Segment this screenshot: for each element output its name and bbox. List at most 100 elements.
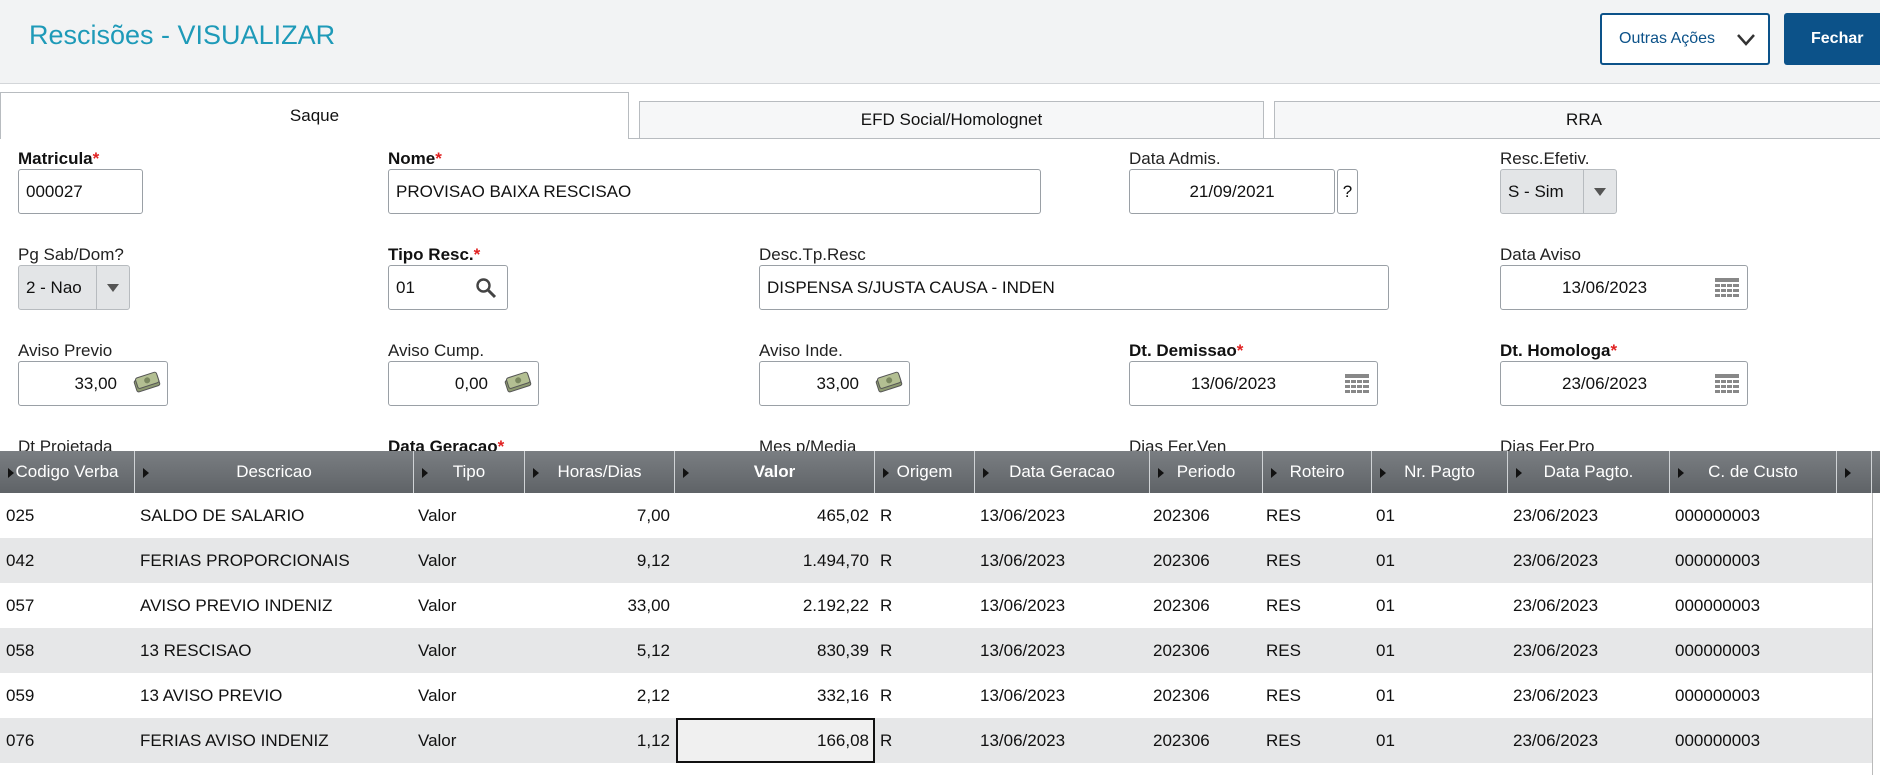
cell-roteiro[interactable]: RES	[1266, 673, 1366, 718]
matricula-field[interactable]: 000027	[18, 169, 143, 214]
calendar-icon[interactable]	[1345, 374, 1369, 394]
col-c-de-custo[interactable]: C. de Custo	[1670, 451, 1837, 493]
cell-horas-dias[interactable]: 9,12	[525, 538, 670, 583]
cell-origem[interactable]: R	[880, 583, 970, 628]
resc-efetiv-select[interactable]: S - Sim	[1500, 169, 1617, 214]
help-button[interactable]: ?	[1337, 169, 1358, 214]
cell-horas-dias[interactable]: 7,00	[525, 493, 670, 538]
nome-field[interactable]: PROVISAO BAIXA RESCISAO	[388, 169, 1041, 214]
table-row[interactable]: 042 FERIAS PROPORCIONAIS Valor 9,12 1.494,70…	[0, 538, 1872, 583]
cell-descricao[interactable]: 13 AVISO PREVIO	[140, 673, 410, 718]
cell-c-de-custo[interactable]: 000000003	[1675, 673, 1835, 718]
cell-data-pagto[interactable]: 23/06/2023	[1513, 583, 1663, 628]
cell-descricao[interactable]: SALDO DE SALARIO	[140, 493, 410, 538]
pg-sab-dom-select[interactable]: 2 - Nao	[18, 265, 130, 310]
calendar-icon[interactable]	[1715, 374, 1739, 394]
cell-data-pagto[interactable]: 23/06/2023	[1513, 673, 1663, 718]
cell-nr-pagto[interactable]: 01	[1376, 538, 1501, 583]
cell-valor[interactable]: 465,02	[680, 493, 869, 538]
col-nr-pagto[interactable]: Nr. Pagto	[1372, 451, 1508, 493]
cell-periodo[interactable]: 202306	[1153, 493, 1258, 538]
cell-tipo[interactable]: Valor	[418, 673, 518, 718]
col-valor[interactable]: Valor	[675, 451, 875, 493]
cell-horas-dias[interactable]: 1,12	[525, 718, 670, 763]
col-tipo[interactable]: Tipo	[414, 451, 525, 493]
cell-descricao[interactable]: FERIAS PROPORCIONAIS	[140, 538, 410, 583]
cell-nr-pagto[interactable]: 01	[1376, 718, 1501, 763]
calendar-icon[interactable]	[1715, 278, 1739, 298]
tab-efd-social[interactable]: EFD Social/Homolognet	[639, 101, 1264, 139]
cell-descricao[interactable]: AVISO PREVIO INDENIZ	[140, 583, 410, 628]
table-row[interactable]: 058 13 RESCISAO Valor 5,12 830,39 R 13/06/2023…	[0, 628, 1872, 673]
cell-periodo[interactable]: 202306	[1153, 583, 1258, 628]
other-actions-button[interactable]: Outras Ações	[1600, 13, 1770, 65]
cell-periodo[interactable]: 202306	[1153, 718, 1258, 763]
data-admis-field[interactable]: 21/09/2021	[1129, 169, 1335, 214]
money-icon[interactable]	[874, 371, 904, 395]
cell-valor[interactable]: 166,08	[680, 718, 869, 763]
cell-codigo-verba[interactable]: 025	[6, 493, 131, 538]
col-data-pagto[interactable]: Data Pagto.	[1508, 451, 1670, 493]
cell-data-pagto[interactable]: 23/06/2023	[1513, 628, 1663, 673]
cell-valor[interactable]: 1.494,70	[680, 538, 869, 583]
cell-data-geracao[interactable]: 13/06/2023	[980, 628, 1145, 673]
cell-data-geracao[interactable]: 13/06/2023	[980, 583, 1145, 628]
dt-homologa-field[interactable]: 23/06/2023	[1500, 361, 1748, 406]
cell-descricao[interactable]: FERIAS AVISO INDENIZ	[140, 718, 410, 763]
cell-valor[interactable]: 332,16	[680, 673, 869, 718]
col-horas-dias[interactable]: Horas/Dias	[525, 451, 675, 493]
cell-c-de-custo[interactable]: 000000003	[1675, 538, 1835, 583]
cell-codigo-verba[interactable]: 057	[6, 583, 131, 628]
table-row[interactable]: 057 AVISO PREVIO INDENIZ Valor 33,00 2.192,2…	[0, 583, 1872, 628]
col-descricao[interactable]: Descricao	[135, 451, 414, 493]
cell-origem[interactable]: R	[880, 493, 970, 538]
cell-c-de-custo[interactable]: 000000003	[1675, 583, 1835, 628]
cell-tipo[interactable]: Valor	[418, 493, 518, 538]
cell-codigo-verba[interactable]: 058	[6, 628, 131, 673]
close-button[interactable]: Fechar	[1784, 13, 1880, 65]
cell-horas-dias[interactable]: 33,00	[525, 583, 670, 628]
cell-roteiro[interactable]: RES	[1266, 718, 1366, 763]
table-row[interactable]: 059 13 AVISO PREVIO Valor 2,12 332,16 R 13/06/…	[0, 673, 1872, 718]
col-periodo[interactable]: Periodo	[1150, 451, 1263, 493]
cell-valor[interactable]: 830,39	[680, 628, 869, 673]
tab-saque[interactable]: Saque	[0, 92, 629, 139]
cell-periodo[interactable]: 202306	[1153, 673, 1258, 718]
cell-data-geracao[interactable]: 13/06/2023	[980, 718, 1145, 763]
col-extra[interactable]	[1837, 451, 1872, 493]
cell-nr-pagto[interactable]: 01	[1376, 583, 1501, 628]
cell-codigo-verba[interactable]: 059	[6, 673, 131, 718]
table-row[interactable]: 076 FERIAS AVISO INDENIZ Valor 1,12 166,08 R 1…	[0, 718, 1872, 763]
cell-descricao[interactable]: 13 RESCISAO	[140, 628, 410, 673]
cell-nr-pagto[interactable]: 01	[1376, 673, 1501, 718]
cell-origem[interactable]: R	[880, 673, 970, 718]
cell-data-pagto[interactable]: 23/06/2023	[1513, 538, 1663, 583]
tab-rra[interactable]: RRA	[1274, 101, 1880, 139]
cell-roteiro[interactable]: RES	[1266, 493, 1366, 538]
data-aviso-field[interactable]: 13/06/2023	[1500, 265, 1748, 310]
table-row[interactable]: 025 SALDO DE SALARIO Valor 7,00 465,02 R 13/06…	[0, 493, 1872, 538]
cell-c-de-custo[interactable]: 000000003	[1675, 628, 1835, 673]
dt-demissao-field[interactable]: 13/06/2023	[1129, 361, 1378, 406]
cell-c-de-custo[interactable]: 000000003	[1675, 493, 1835, 538]
cell-periodo[interactable]: 202306	[1153, 538, 1258, 583]
cell-data-pagto[interactable]: 23/06/2023	[1513, 493, 1663, 538]
cell-tipo[interactable]: Valor	[418, 538, 518, 583]
cell-c-de-custo[interactable]: 000000003	[1675, 718, 1835, 763]
cell-codigo-verba[interactable]: 076	[6, 718, 131, 763]
cell-roteiro[interactable]: RES	[1266, 583, 1366, 628]
cell-nr-pagto[interactable]: 01	[1376, 628, 1501, 673]
cell-tipo[interactable]: Valor	[418, 628, 518, 673]
col-codigo-verba[interactable]: Codigo Verba	[0, 451, 135, 493]
col-data-geracao[interactable]: Data Geracao	[975, 451, 1150, 493]
money-icon[interactable]	[132, 371, 162, 395]
search-icon[interactable]	[475, 277, 497, 299]
cell-codigo-verba[interactable]: 042	[6, 538, 131, 583]
cell-nr-pagto[interactable]: 01	[1376, 493, 1501, 538]
cell-roteiro[interactable]: RES	[1266, 538, 1366, 583]
col-origem[interactable]: Origem	[875, 451, 975, 493]
cell-valor[interactable]: 2.192,22	[680, 583, 869, 628]
cell-origem[interactable]: R	[880, 538, 970, 583]
cell-origem[interactable]: R	[880, 718, 970, 763]
cell-periodo[interactable]: 202306	[1153, 628, 1258, 673]
